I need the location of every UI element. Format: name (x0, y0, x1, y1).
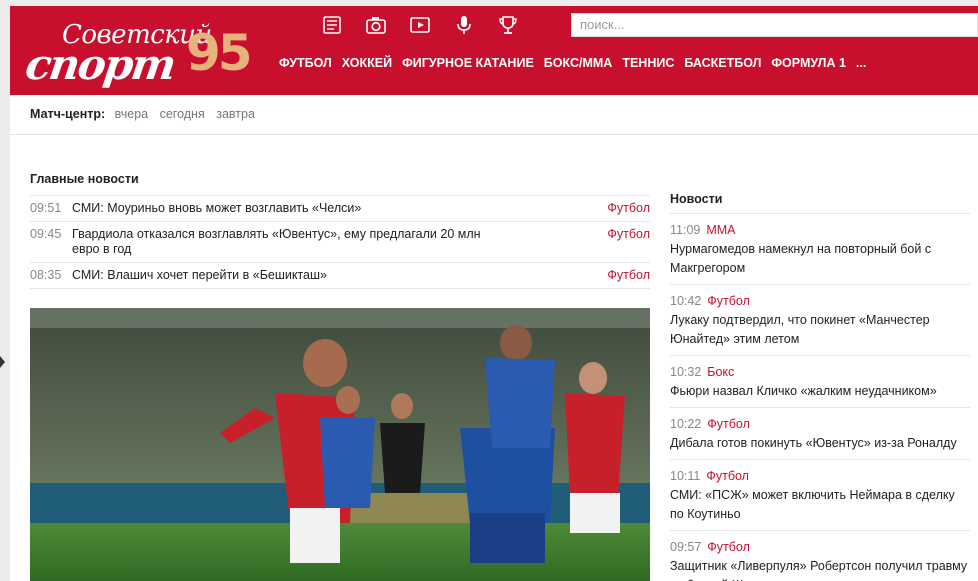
nav-item-basketball[interactable]: БАСКЕТБОЛ (684, 56, 761, 70)
news-headline[interactable]: Гвардиола отказался возглавлять «Ювентус… (72, 227, 502, 257)
page: Советский спорт 95 поиск... ФУТБОЛ ХОККЕ… (10, 6, 978, 581)
match-center-yesterday[interactable]: вчера (115, 107, 148, 121)
news-time: 11:09 (670, 223, 701, 237)
match-center-label: Матч-центр: (30, 107, 106, 121)
side-news-title: Новости (670, 192, 723, 206)
search-input[interactable]: поиск... (571, 13, 978, 37)
list-item[interactable]: 10:32 Бокс Фьюри назвал Кличко «жалким не… (670, 355, 970, 407)
news-headline[interactable]: Защитник «Ливерпуля» Робертсон получил т… (670, 557, 970, 581)
news-time: 09:51 (30, 201, 62, 215)
news-headline[interactable]: СМИ: Моуриньо вновь может возглавить «Че… (72, 201, 502, 216)
nav-item-boxing-mma[interactable]: БОКС/ММА (544, 56, 613, 70)
list-item[interactable]: 10:11 Футбол СМИ: «ПСЖ» может включить Не… (670, 459, 970, 530)
news-time: 10:32 (670, 365, 702, 379)
photo-icon[interactable] (354, 14, 398, 36)
news-headline[interactable]: Дибала готов покинуть «Ювентус» из-за Ро… (670, 434, 970, 453)
photo-image (30, 308, 650, 581)
site-logo[interactable]: Советский спорт 95 (22, 20, 259, 89)
side-news-list: 11:09 ММА Нурмагомедов намекнул на повтор… (670, 213, 970, 581)
list-item[interactable]: 08:35 СМИ: Влашич хочет перейти в «Бешик… (30, 262, 650, 289)
list-item[interactable]: 10:42 Футбол Лукаку подтвердил, что покин… (670, 284, 970, 355)
news-time: 09:57 (670, 540, 702, 554)
news-category[interactable]: Футбол (707, 417, 750, 431)
news-icon[interactable] (310, 14, 354, 36)
list-item[interactable]: 10:22 Футбол Дибала готов покинуть «Ювент… (670, 407, 970, 459)
news-headline[interactable]: СМИ: «ПСЖ» может включить Неймара в сдел… (670, 486, 970, 524)
news-category[interactable]: Футбол (607, 201, 650, 215)
logo-badge: 95 (186, 24, 253, 82)
nav-item-formula1[interactable]: ФОРМУЛА 1 (771, 56, 846, 70)
news-time: 10:11 (670, 469, 701, 483)
match-center-tomorrow[interactable]: завтра (216, 107, 255, 121)
main-news-title: Главные новости (30, 172, 139, 186)
news-headline[interactable]: Лукаку подтвердил, что покинет «Манчесте… (670, 311, 970, 349)
news-category[interactable]: Футбол (607, 268, 650, 282)
list-item[interactable]: 09:45 Гвардиола отказался возглавлять «Ю… (30, 221, 650, 262)
list-item[interactable]: 09:57 Футбол Защитник «Ливерпуля» Робертс… (670, 530, 970, 581)
news-time: 09:45 (30, 227, 62, 241)
main-nav: ФУТБОЛ ХОККЕЙ ФИГУРНОЕ КАТАНИЕ БОКС/ММА … (279, 56, 866, 70)
match-center: Матч-центр: вчера сегодня завтра (30, 107, 263, 121)
news-headline[interactable]: Нурмагомедов намекнул на повторный бой с… (670, 240, 970, 278)
match-center-today[interactable]: сегодня (160, 107, 205, 121)
logo-line2: спорт (22, 40, 178, 89)
list-item[interactable]: 09:51 СМИ: Моуриньо вновь может возглави… (30, 195, 650, 221)
news-headline[interactable]: СМИ: Влашич хочет перейти в «Бешикташ» (72, 268, 502, 283)
divider (10, 134, 978, 135)
news-category[interactable]: ММА (706, 223, 735, 237)
nav-item-football[interactable]: ФУТБОЛ (279, 56, 332, 70)
main-news-photo[interactable] (30, 308, 650, 581)
news-category[interactable]: Футбол (707, 540, 750, 554)
news-time: 10:22 (670, 417, 702, 431)
nav-item-figure-skating[interactable]: ФИГУРНОЕ КАТАНИЕ (402, 56, 534, 70)
news-category[interactable]: Футбол (607, 227, 650, 241)
microphone-icon[interactable] (442, 14, 486, 36)
news-headline[interactable]: Фьюри назвал Кличко «жалким неудачником» (670, 382, 970, 401)
header-icons (310, 14, 530, 36)
news-category[interactable]: Бокс (707, 365, 734, 379)
scroll-arrow-icon[interactable] (0, 356, 5, 368)
list-item[interactable]: 11:09 ММА Нурмагомедов намекнул на повтор… (670, 213, 970, 284)
video-icon[interactable] (398, 14, 442, 36)
nav-item-more[interactable]: ... (856, 56, 866, 70)
news-category[interactable]: Футбол (707, 294, 750, 308)
news-time: 08:35 (30, 268, 62, 282)
main-news-list: 09:51 СМИ: Моуриньо вновь может возглави… (30, 195, 650, 289)
nav-item-tennis[interactable]: ТЕННИС (622, 56, 674, 70)
news-time: 10:42 (670, 294, 702, 308)
site-header: Советский спорт 95 поиск... ФУТБОЛ ХОККЕ… (10, 6, 978, 95)
nav-item-hockey[interactable]: ХОККЕЙ (342, 56, 392, 70)
news-category[interactable]: Футбол (706, 469, 749, 483)
trophy-icon[interactable] (486, 14, 530, 36)
